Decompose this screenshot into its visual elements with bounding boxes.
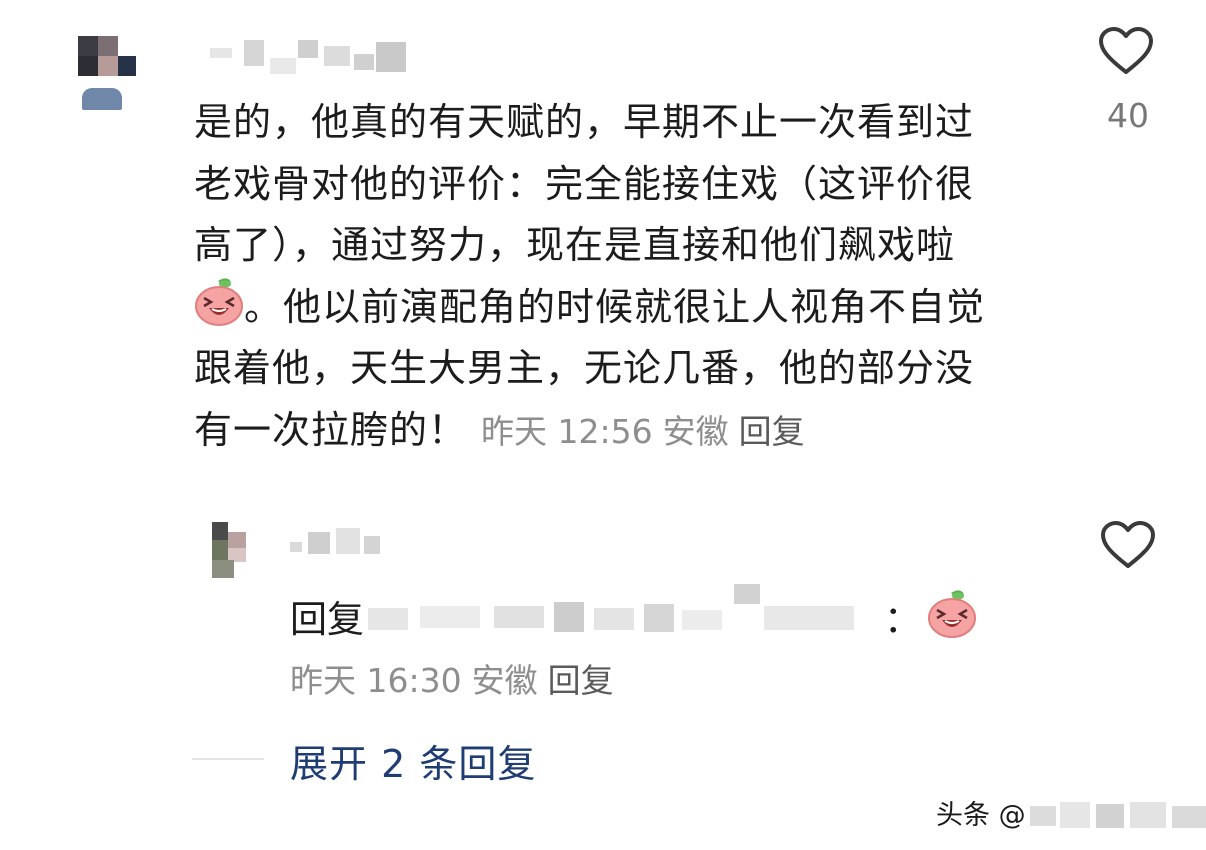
watermark: 头条 @ — [936, 793, 1206, 832]
reply-colon: ： — [884, 598, 921, 641]
username-redacted[interactable] — [200, 36, 420, 80]
reply-button[interactable]: 回复 — [548, 661, 614, 700]
watermark-text: 头条 @ — [936, 800, 1026, 831]
comment-line: 有一次拉胯的！ 昨天 12:56 安徽 回复 — [194, 400, 1054, 463]
like-count: 40 — [1107, 96, 1149, 135]
comment-location: 安徽 — [662, 411, 729, 451]
comment-line: 是的，他真的有天赋的，早期不止一次看到过 — [194, 100, 975, 144]
mention-redacted[interactable] — [364, 584, 884, 638]
reply-prefix: 回复 — [290, 598, 364, 641]
comment-meta: 昨天 12:56 安徽 回复 — [481, 412, 815, 451]
laughing-emoji-icon — [194, 277, 244, 326]
comment-line: 高了），通过努力，现在是直接和他们飙戏啦 — [194, 223, 956, 267]
heart-icon — [1099, 27, 1153, 74]
like-button[interactable] — [1098, 26, 1158, 80]
reply-body: 回复 ： — [290, 584, 977, 643]
like-button[interactable] — [1100, 520, 1160, 574]
divider — [192, 758, 264, 760]
comment-body: 是的，他真的有天赋的，早期不止一次看到过 老戏骨对他的评价：完全能接住戏（这评价… — [194, 92, 1054, 462]
expand-replies-button[interactable]: 展开 2 条回复 — [290, 733, 536, 788]
comment-time: 昨天 12:56 — [481, 411, 653, 451]
heart-icon — [1101, 521, 1155, 568]
comment-line: 。他以前演配角的时候就很让人视角不自觉 — [194, 277, 1054, 339]
comment-line-text: 老戏骨对他的评价：完全能接住戏（这评价很 — [194, 161, 975, 206]
reply-location: 安徽 — [471, 661, 538, 700]
reply-meta: 昨天 16:30 安徽 回复 — [290, 654, 624, 702]
comment-line-text: 。他以前演配角的时候就很让人视角不自觉 — [244, 284, 986, 329]
comment-line-text: 有一次拉胯的！ — [194, 407, 468, 452]
comment-line: 老戏骨对他的评价：完全能接住戏（这评价很 — [194, 154, 1054, 216]
comment-line: 跟着他，天生大男主，无论几番，他的部分没 — [194, 346, 975, 390]
reply-username-redacted[interactable] — [290, 522, 410, 562]
reply-button[interactable]: 回复 — [739, 412, 805, 451]
reply-time: 昨天 16:30 — [290, 661, 462, 700]
avatar[interactable] — [78, 36, 138, 116]
avatar[interactable] — [212, 522, 258, 580]
laughing-emoji-icon — [927, 590, 977, 638]
watermark-redacted — [1026, 800, 1206, 830]
